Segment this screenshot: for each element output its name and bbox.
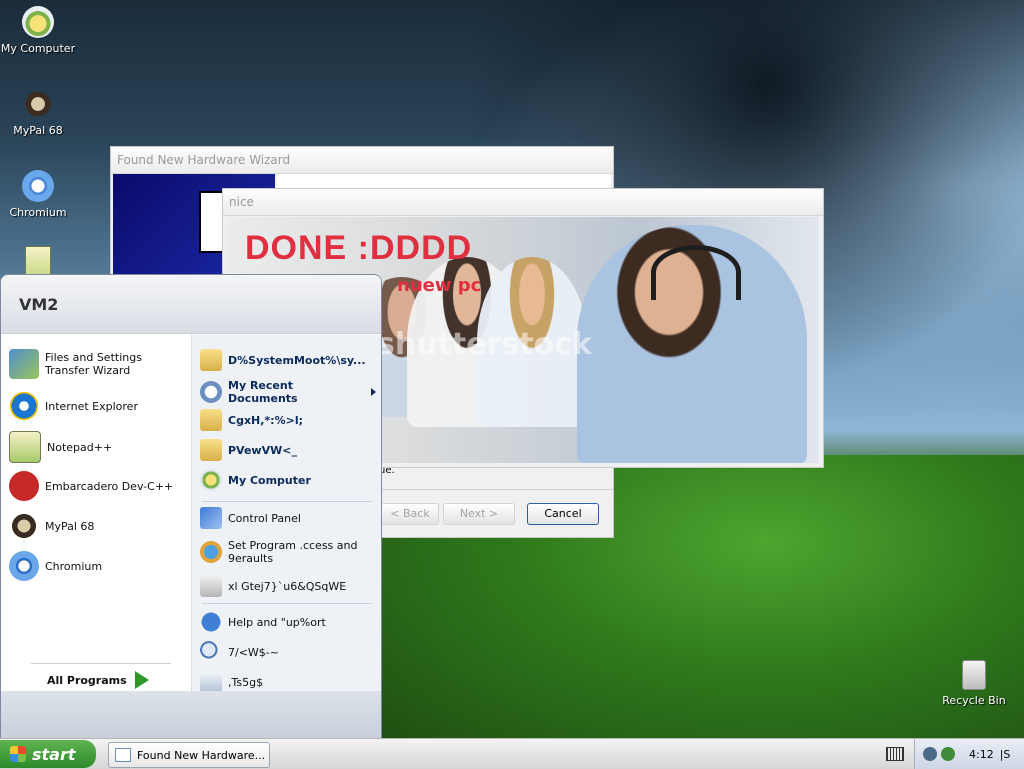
- start-item-notepadpp[interactable]: Notepad++: [9, 431, 185, 463]
- start-right-label: My Recent Documents: [228, 379, 298, 405]
- wizard-titlebar[interactable]: Found New Hardware Wizard: [111, 147, 613, 174]
- help-icon: [200, 611, 222, 633]
- desktop-icon-chromium[interactable]: Chromium: [0, 170, 76, 219]
- notepad-plus-icon: [9, 431, 41, 463]
- start-right-control-panel[interactable]: Control Panel: [200, 507, 376, 529]
- program-access-icon: [200, 541, 222, 563]
- system-tray: 4:12 |S: [914, 739, 1024, 769]
- start-right-label: My Computer: [228, 473, 311, 487]
- mypal-icon: [9, 511, 39, 541]
- start-item-transfer-wizard[interactable]: Files and Settings Transfer Wizard: [9, 349, 185, 379]
- watermark-text: shutterstock: [377, 327, 592, 362]
- mypal-icon: [22, 88, 54, 120]
- start-item-label: MyPal 68: [45, 519, 95, 533]
- taskbar: start Found New Hardware... 4:12 |S: [0, 738, 1024, 769]
- start-menu-right-pane: D%SystemMoot%\sy... My Recent Documents …: [191, 335, 381, 693]
- headset-icon: [651, 245, 741, 300]
- start-right-folder-a[interactable]: CgxH,*:%>l;: [200, 409, 376, 431]
- start-right-set-program-access[interactable]: Set Program .ccess and 9eraults: [200, 539, 376, 565]
- start-right-help-support[interactable]: Help and "up%ort: [200, 611, 376, 633]
- printer-icon: [200, 575, 222, 597]
- start-right-search[interactable]: 7/<W$-~: [200, 641, 376, 663]
- taskbar-task-wizard[interactable]: Found New Hardware...: [108, 742, 270, 768]
- my-computer-icon: [22, 6, 54, 38]
- desktop-icon-label: Chromium: [9, 206, 67, 219]
- start-item-chromium[interactable]: Chromium: [9, 551, 185, 581]
- start-menu-footer: [1, 691, 381, 741]
- start-menu[interactable]: VM2 Files and Settings Transfer Wizard I…: [0, 274, 382, 742]
- security-icon[interactable]: [941, 747, 955, 761]
- start-button[interactable]: start: [0, 740, 96, 768]
- window-icon: [115, 748, 131, 762]
- submenu-arrow-icon: [371, 388, 376, 396]
- run-icon: [200, 671, 222, 693]
- start-right-label: D%SystemMoot%\sy...: [228, 353, 366, 367]
- start-right-folder-b[interactable]: PVewVW<_: [200, 439, 376, 461]
- back-button[interactable]: < Back: [381, 503, 439, 525]
- recycle-bin-icon: [962, 660, 986, 690]
- all-programs-separator: [31, 663, 171, 664]
- desktop-icon-mypal[interactable]: MyPal 68: [0, 88, 76, 137]
- nice-subline: nuew pc: [397, 275, 482, 296]
- next-button[interactable]: Next >: [443, 503, 515, 525]
- start-right-label: CgxH,*:%>l;: [228, 413, 303, 427]
- chromium-icon: [22, 170, 54, 202]
- start-right-recent-docs[interactable]: My Recent Documents: [200, 379, 376, 405]
- desktop-icon-label: My Computer: [0, 42, 76, 55]
- tray-extra: |S: [999, 747, 1011, 761]
- chromium-icon: [9, 551, 39, 581]
- start-right-label: PVewVW<_: [228, 443, 297, 457]
- start-item-label: Chromium: [45, 559, 103, 573]
- start-right-label: Help and "up%ort: [228, 615, 326, 629]
- start-item-internet-explorer[interactable]: Internet Explorer: [9, 391, 185, 421]
- desktop-icon-label: MyPal 68: [13, 124, 63, 137]
- start-right-system-folder[interactable]: D%SystemMoot%\sy...: [200, 349, 376, 371]
- right-pane-separator: [202, 501, 372, 502]
- user-name: VM2: [19, 294, 59, 314]
- start-item-mypal[interactable]: MyPal 68: [9, 511, 185, 541]
- start-item-label: Notepad++: [47, 440, 113, 454]
- recent-documents-icon: [200, 381, 222, 403]
- start-right-label: Control Panel: [228, 511, 301, 525]
- windows-logo-icon: [10, 746, 26, 762]
- folder-icon: [200, 409, 222, 431]
- all-programs-button[interactable]: All Programs: [47, 667, 149, 693]
- folder-icon: [200, 439, 222, 461]
- control-panel-icon: [200, 507, 222, 529]
- search-icon: [200, 641, 222, 663]
- transfer-wizard-icon: [9, 349, 39, 379]
- right-pane-separator: [202, 603, 372, 604]
- start-item-label: Files and Settings Transfer Wizard: [45, 351, 142, 377]
- nice-titlebar[interactable]: nice: [223, 189, 823, 216]
- my-computer-icon: [200, 469, 222, 491]
- desktop-icon-my-computer[interactable]: My Computer: [0, 6, 76, 55]
- start-right-printers[interactable]: xl Gtej7}`u6&QSqWE: [200, 575, 376, 597]
- notepad-plus-icon: [25, 246, 51, 276]
- start-right-label: 7/<W$-~: [228, 645, 279, 659]
- start-right-my-computer[interactable]: My Computer: [200, 469, 376, 491]
- start-right-label: Set Program .ccess and 9eraults: [228, 539, 358, 565]
- start-item-devcpp[interactable]: Embarcadero Dev-C++: [9, 471, 185, 501]
- keyboard-icon[interactable]: [886, 747, 904, 761]
- start-menu-header: VM2: [1, 275, 381, 334]
- green-arrow-icon: [134, 671, 149, 689]
- devcpp-icon: [9, 471, 39, 501]
- start-right-label: ,Ts5g$: [228, 675, 264, 689]
- nice-headline: DONE :DDDD: [245, 229, 473, 267]
- start-button-label: start: [32, 744, 76, 764]
- clock[interactable]: 4:12: [969, 748, 994, 761]
- task-label: Found New Hardware...: [137, 748, 266, 762]
- cancel-button[interactable]: Cancel: [527, 503, 599, 525]
- start-item-label: Embarcadero Dev-C++: [45, 479, 174, 493]
- all-programs-label: All Programs: [47, 673, 127, 687]
- desktop-icon-label: Recycle Bin: [942, 694, 1006, 707]
- start-menu-left-pane: Files and Settings Transfer Wizard Inter…: [1, 335, 191, 691]
- folder-icon: [200, 349, 222, 371]
- desktop-icon-recycle-bin[interactable]: Recycle Bin: [934, 660, 1014, 707]
- start-right-label: xl Gtej7}`u6&QSqWE: [228, 579, 347, 593]
- start-item-label: Internet Explorer: [45, 399, 138, 413]
- internet-explorer-icon: [9, 391, 39, 421]
- network-icon[interactable]: [923, 747, 937, 761]
- start-right-run[interactable]: ,Ts5g$: [200, 671, 376, 693]
